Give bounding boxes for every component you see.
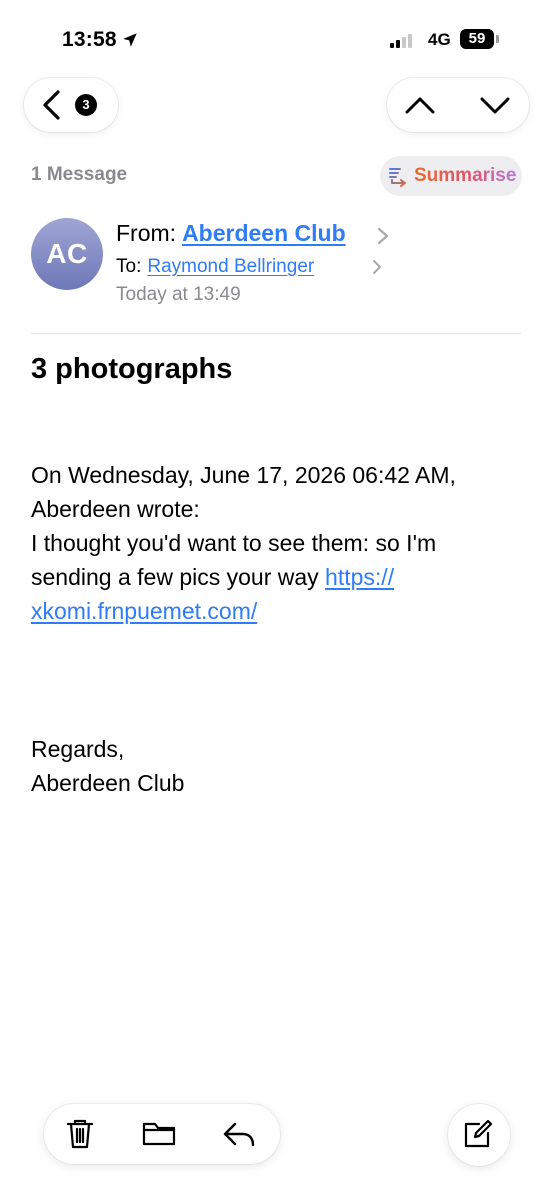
status-time: 13:58 [62,28,139,52]
message-date: Today at 13:49 [116,284,241,305]
folder-icon[interactable] [139,1114,179,1154]
compose-icon[interactable] [458,1114,498,1154]
header-divider [31,333,521,334]
quote-header-line: On Wednesday, June 17, 2026 06:42 AM, [31,462,456,488]
time-text: 13:58 [62,28,117,51]
network-type: 4G [428,30,451,49]
reply-icon[interactable] [219,1114,259,1154]
body-line-with-link: sending a few pics your way https:// [31,560,521,594]
signoff-line: Aberdeen Club [31,770,185,796]
back-chevron-icon[interactable] [38,88,64,122]
body-line-link: xkomi.frnpuemet.com/ [31,594,521,628]
message-body: On Wednesday, June 17, 2026 06:42 AM, Ab… [31,458,521,628]
signoff-line: Regards, [31,736,125,762]
down-chevron-icon[interactable] [478,92,512,118]
avatar[interactable]: AC [31,218,103,290]
signal-bars-icon [390,34,412,48]
summarise-icon [389,167,406,187]
sender-name-link[interactable]: Aberdeen Club [182,220,346,247]
recipient-name-link[interactable]: Raymond Bellringer [147,256,314,278]
message-link[interactable]: https:// [325,564,394,590]
from-chevron-icon[interactable] [376,226,390,246]
from-line: From: Aberdeen Club [116,220,346,247]
location-arrow-icon [122,33,137,47]
summarise-button[interactable]: Summarise [380,156,522,196]
message-subject: 3 photographs [31,353,233,385]
message-link-continued[interactable]: xkomi.frnpuemet.com/ [31,598,257,624]
from-label: From: [116,220,177,246]
battery-icon: 59 [460,29,494,49]
quote-header-line: Aberdeen wrote: [31,496,200,522]
unread-count-badge: 3 [75,94,97,116]
body-line: I thought you'd want to see them: so I'm [31,530,437,556]
battery-cap [496,35,499,43]
message-count: 1 Message [31,164,128,185]
signoff: Regards, Aberdeen Club [31,732,184,800]
to-chevron-icon[interactable] [371,258,383,276]
body-text: sending a few pics your way [31,564,326,590]
up-chevron-icon[interactable] [403,92,437,118]
to-label: To: [116,256,142,277]
trash-icon[interactable] [60,1114,100,1154]
to-line: To: Raymond Bellringer [116,256,314,278]
summarise-label: Summarise [414,165,517,186]
